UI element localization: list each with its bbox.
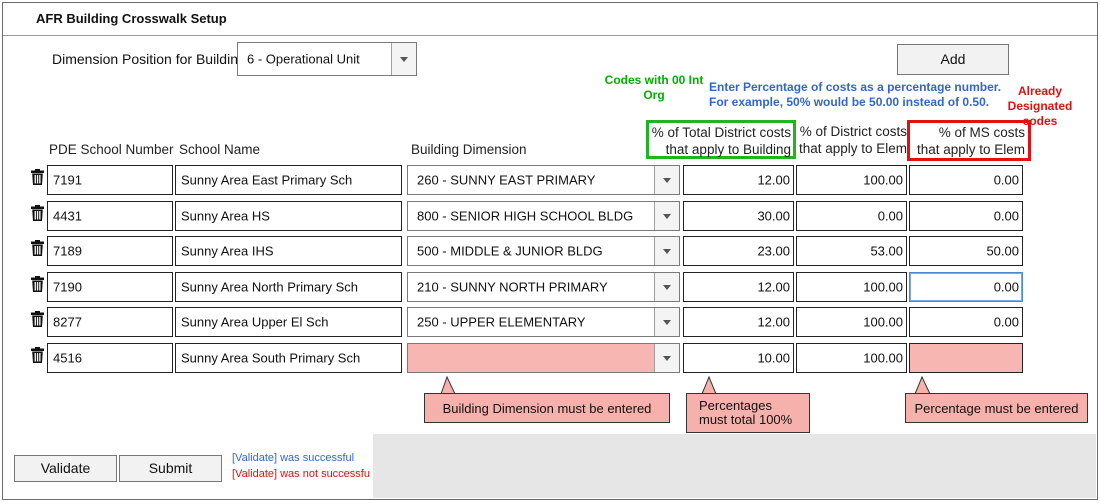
callout-pct-required: Percentage must be entered bbox=[905, 393, 1088, 423]
callout-percentages-line2: must total 100% bbox=[699, 412, 793, 427]
callout-building-required: Building Dimension must be entered bbox=[424, 393, 670, 423]
callout-pointer-building bbox=[440, 375, 456, 395]
callout-building-text: Building Dimension must be entered bbox=[442, 401, 652, 416]
validate-button[interactable]: Validate bbox=[14, 455, 117, 482]
callout-pointers bbox=[440, 375, 931, 395]
status-fail: [Validate] was not successfu bbox=[232, 468, 370, 480]
status-area-background bbox=[373, 434, 1096, 498]
submit-button[interactable]: Submit bbox=[119, 455, 222, 482]
callout-pct-required-text: Percentage must be entered bbox=[914, 401, 1079, 416]
callout-pointer-percentages bbox=[701, 375, 717, 395]
status-success: [Validate] was successful bbox=[232, 452, 355, 464]
callout-percentages-text: Percentages must total 100% bbox=[699, 399, 792, 427]
callout-pointer-pct-entered bbox=[914, 375, 931, 395]
callout-percentages-total: Percentages must total 100% bbox=[686, 393, 810, 433]
callout-percentages-line1: Percentages bbox=[699, 398, 772, 413]
